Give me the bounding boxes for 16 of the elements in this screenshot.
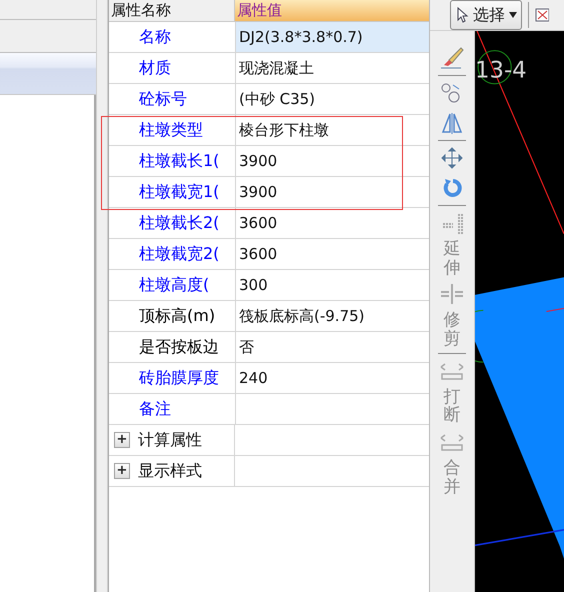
brush-icon[interactable] <box>439 45 465 71</box>
move-icon[interactable] <box>439 145 465 171</box>
arc-line <box>475 310 484 363</box>
group-label: 计算属性 <box>138 430 202 450</box>
mirror-icon[interactable] <box>439 110 465 136</box>
caret-icon <box>509 12 517 18</box>
expand-button[interactable]: + <box>114 432 130 448</box>
select-button[interactable]: 选择 <box>450 0 522 30</box>
box-icon[interactable] <box>535 7 549 23</box>
grid-line <box>546 308 564 312</box>
expand-button[interactable]: + <box>114 463 130 479</box>
cursor-icon <box>457 7 469 23</box>
property-value[interactable]: DJ2(3.8*3.8*0.7) <box>236 22 429 52</box>
column-header: 属性值 <box>235 0 429 21</box>
column-header: 属性名称 <box>109 0 235 21</box>
group-label: 显示样式 <box>138 460 202 482</box>
